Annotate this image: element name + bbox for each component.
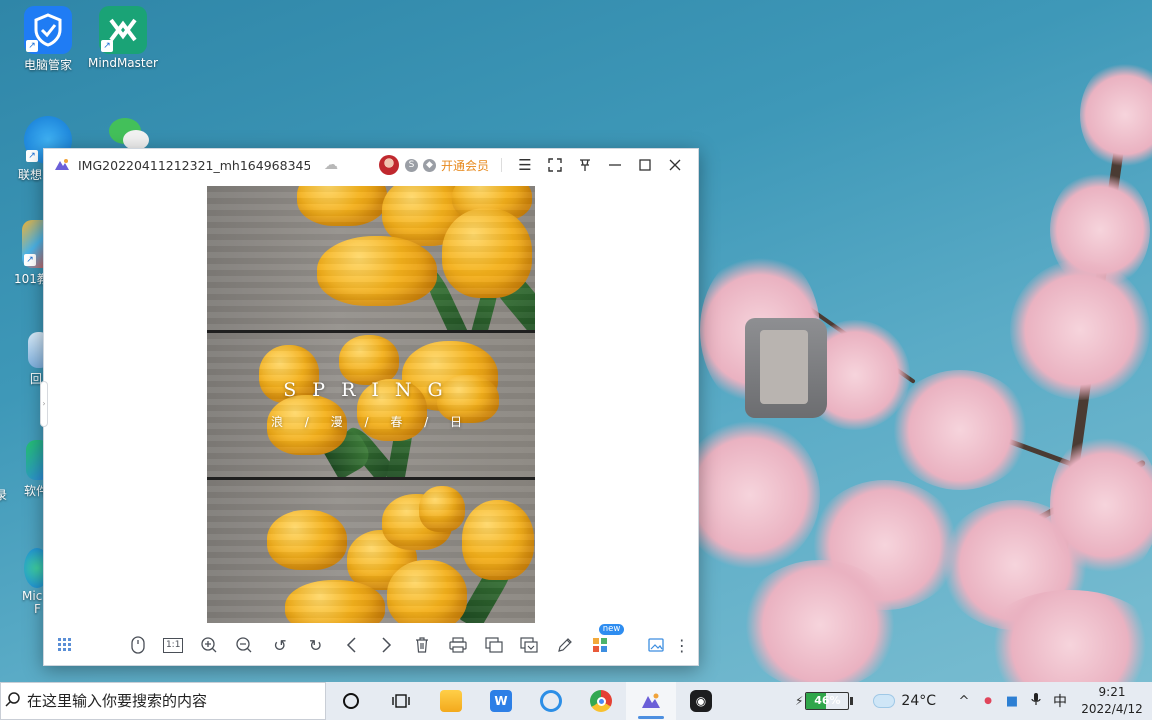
cloud-icon (873, 694, 896, 708)
thumbnails-grid-icon[interactable] (54, 630, 76, 660)
menu-icon[interactable]: ☰ (510, 150, 540, 180)
chrome-icon (590, 690, 612, 712)
desktop-icon-label: 电脑管家 (23, 58, 72, 72)
taskbar-search[interactable] (0, 682, 326, 720)
zoom-in-icon[interactable] (191, 630, 227, 660)
mouse-mode-icon[interactable] (120, 630, 156, 660)
battery-indicator[interactable]: ⚡ 46% (794, 692, 854, 710)
viewer-toolbar: 1:1 ↺ ↻ new ⋮ (44, 624, 700, 665)
image-tool-icon[interactable] (638, 630, 674, 660)
close-button[interactable] (660, 150, 690, 180)
actual-size-button[interactable]: 1:1 (155, 630, 191, 660)
image-compress-icon[interactable] (511, 630, 547, 660)
search-input[interactable] (27, 692, 307, 710)
titlebar[interactable]: IMG20220411212321_mh164968345... ☁ S ◆ 开… (44, 149, 698, 181)
vip-gem-icon[interactable]: ◆ (422, 158, 436, 172)
previous-image-icon[interactable] (333, 630, 369, 660)
cloud-upload-icon[interactable]: ☁ (324, 158, 342, 172)
zoom-out-icon[interactable] (227, 630, 263, 660)
taskbar-wps-writer[interactable]: W (476, 682, 526, 720)
next-image-icon[interactable] (369, 630, 405, 660)
new-badge: new (598, 624, 625, 635)
fullscreen-icon[interactable] (540, 150, 570, 180)
vip-link[interactable]: 开通会员 (441, 157, 489, 174)
image-viewer-window: IMG20220411212321_mh164968345... ☁ S ◆ 开… (40, 148, 700, 666)
coin-icon[interactable]: S (404, 158, 418, 172)
photo-panel-middle (207, 333, 535, 477)
battery-percent: 46% (814, 694, 841, 707)
clock-date: 2022/4/12 (1081, 702, 1143, 716)
weather-widget[interactable]: 24°C (873, 693, 936, 709)
desktop-icon-mindmaster[interactable]: ↗ MindMaster (87, 6, 159, 70)
temperature: 24°C (901, 693, 936, 709)
image-convert-icon[interactable] (476, 630, 512, 660)
print-icon[interactable] (440, 630, 476, 660)
pin-icon[interactable] (570, 150, 600, 180)
rotate-left-icon[interactable]: ↺ (262, 630, 298, 660)
more-options-icon[interactable]: ⋮ (674, 630, 690, 660)
side-panel-toggle[interactable]: › (40, 381, 48, 427)
taskbar-screen-recorder[interactable]: ◉ (676, 682, 726, 720)
microphone-icon[interactable] (1024, 692, 1048, 710)
photo-panel-bottom (207, 480, 535, 623)
image-title-text: SPRING (283, 379, 459, 401)
edit-icon[interactable] (547, 630, 583, 660)
rotate-right-icon[interactable]: ↻ (298, 630, 334, 660)
desktop-icon-label: MindMaster (88, 56, 158, 70)
multitask-button[interactable] (376, 682, 426, 720)
shield-icon: ↗ (24, 6, 72, 54)
system-tray: ⚡ 46% 24°C ^ ● ■ 中 9:21 2022/4/12 (795, 682, 1152, 720)
taskbar-file-explorer[interactable] (426, 682, 476, 720)
clock[interactable]: 9:21 2022/4/12 (1078, 684, 1146, 718)
desktop-icon-pc-manager[interactable]: ↗ 电脑管家 (12, 6, 84, 73)
chat-bubble-icon (540, 690, 562, 712)
maximize-button[interactable] (630, 150, 660, 180)
image-viewer-app-icon (642, 693, 660, 708)
taskbar-chrome[interactable] (576, 682, 626, 720)
plug-icon: ⚡ (794, 694, 804, 708)
desktop-icon-partial: 录 (0, 486, 8, 503)
clock-time: 9:21 (1098, 685, 1126, 699)
mindmap-icon: ↗ (99, 6, 147, 54)
taskbar-chat-app[interactable] (526, 682, 576, 720)
taskbar: W ◉ ⚡ 46% 24°C ^ ● ■ 中 9:21 (0, 682, 1152, 720)
chevron-up-icon[interactable]: ^ (952, 694, 976, 709)
input-method-indicator[interactable]: 中 (1048, 691, 1072, 711)
apps-new-icon[interactable]: new (583, 624, 625, 660)
taskbar-image-viewer[interactable] (626, 682, 676, 720)
desktop-icon-label: 录 (0, 488, 7, 502)
image-subtitle-text: 浪 / 漫 / 春 / 日 (270, 415, 472, 429)
avatar[interactable] (378, 155, 399, 175)
search-icon (5, 691, 21, 711)
delete-icon[interactable] (405, 630, 441, 660)
minimize-button[interactable] (600, 150, 630, 180)
task-view-button[interactable] (326, 682, 376, 720)
folder-icon (440, 690, 462, 712)
wps-writer-icon: W (490, 690, 512, 712)
file-name: IMG20220411212321_mh164968345... (78, 157, 310, 173)
record-dot-icon[interactable]: ● (976, 696, 1000, 706)
security-tray-icon[interactable]: ■ (1000, 694, 1024, 709)
photo-panel-top (207, 186, 535, 330)
recorder-icon: ◉ (690, 690, 712, 712)
image-canvas[interactable]: SPRING 浪 / 漫 / 春 / 日 (207, 186, 535, 623)
app-logo-icon (55, 159, 69, 170)
